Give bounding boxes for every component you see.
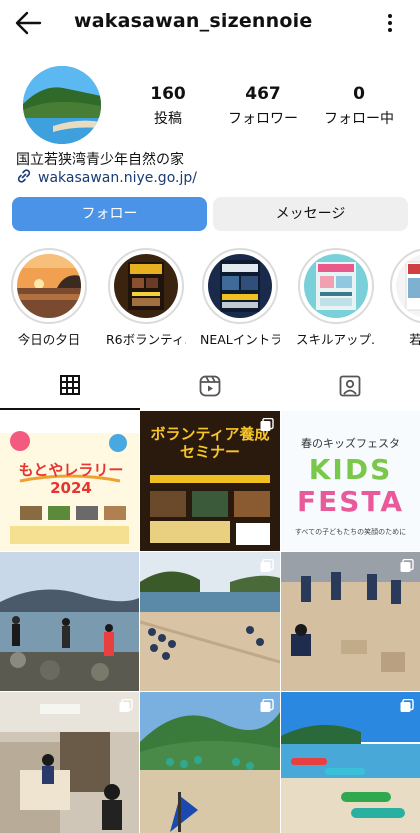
tab-tagged[interactable] bbox=[280, 366, 420, 410]
carousel-icon bbox=[260, 558, 274, 572]
post-thumbnail[interactable] bbox=[140, 552, 280, 691]
highlight-thumbnail bbox=[17, 254, 81, 318]
highlight-item[interactable]: 若狭湾 bbox=[388, 248, 420, 348]
highlight-ring bbox=[202, 248, 278, 324]
highlight-ring bbox=[11, 248, 87, 324]
followers-count: 467 bbox=[245, 84, 281, 104]
carousel-icon bbox=[119, 698, 133, 712]
highlight-item[interactable]: 今日の夕日 bbox=[9, 248, 89, 348]
highlight-item[interactable]: R6ボランティ... bbox=[106, 248, 186, 348]
link-icon bbox=[16, 168, 32, 188]
posts-stat[interactable]: 160 投稿 bbox=[138, 84, 198, 128]
follow-button[interactable]: フォロー bbox=[12, 197, 207, 231]
post-poster-title: 春のキッズフェスタ bbox=[301, 437, 400, 450]
tab-reels[interactable] bbox=[140, 366, 280, 410]
post-poster-big2: FESTA bbox=[296, 485, 404, 518]
bio-link[interactable]: wakasawan.niye.go.jp/ bbox=[16, 168, 197, 188]
post-thumbnail[interactable] bbox=[281, 552, 420, 691]
posts-count: 160 bbox=[150, 84, 186, 104]
carousel-icon bbox=[260, 698, 274, 712]
highlight-item[interactable]: NEALイントラ bbox=[200, 248, 280, 348]
highlight-item[interactable]: スキルアップ... bbox=[296, 248, 376, 348]
highlight-thumbnail bbox=[208, 254, 272, 318]
post-thumbnail[interactable] bbox=[0, 552, 139, 691]
post-thumbnail[interactable] bbox=[0, 692, 139, 833]
tagged-icon bbox=[338, 374, 362, 402]
bio-name: 国立若狭湾青少年自然の家 bbox=[16, 152, 184, 168]
profile-tabs bbox=[0, 366, 420, 410]
following-count: 0 bbox=[353, 84, 365, 104]
followers-label: フォロワー bbox=[228, 111, 298, 127]
highlight-ring bbox=[390, 248, 420, 324]
highlight-thumbnail bbox=[304, 254, 368, 318]
highlight-label: NEALイントラ bbox=[200, 332, 280, 347]
post-thumbnail[interactable]: 春のキッズフェスタ KIDS FESTA すべての子どもたちの笑顔のために bbox=[281, 411, 420, 551]
message-button[interactable]: メッセージ bbox=[213, 197, 408, 231]
profile-username: wakasawan_sizennoie bbox=[74, 10, 313, 32]
highlight-thumbnail bbox=[396, 254, 420, 318]
post-poster-big1: KIDS bbox=[308, 453, 393, 486]
posts-label: 投稿 bbox=[154, 111, 182, 127]
post-thumbnail[interactable]: ボランティア養成セミナー bbox=[140, 411, 280, 551]
carousel-icon bbox=[400, 558, 414, 572]
tab-posts[interactable] bbox=[0, 366, 140, 410]
post-thumbnail[interactable] bbox=[140, 692, 280, 833]
top-bar: wakasawan_sizennoie bbox=[0, 0, 420, 46]
highlight-label: R6ボランティ... bbox=[106, 332, 186, 347]
posts-grid: もとやレラリー 2024 ボランティア養成セミナー 春のキッズフェスタ KIDS… bbox=[0, 411, 420, 833]
following-label: フォロー中 bbox=[324, 111, 394, 127]
bio-link-text: wakasawan.niye.go.jp/ bbox=[38, 170, 197, 186]
post-poster-text: ボランティア養成セミナー bbox=[150, 425, 270, 461]
more-vertical-icon[interactable] bbox=[380, 12, 400, 34]
following-stat[interactable]: 0 フォロー中 bbox=[316, 84, 402, 128]
arrow-left-icon[interactable] bbox=[14, 10, 42, 36]
post-poster-text: もとやレラリー 2024 bbox=[18, 461, 124, 497]
carousel-icon bbox=[400, 698, 414, 712]
post-thumbnail[interactable]: もとやレラリー 2024 bbox=[0, 411, 139, 551]
highlight-thumbnail bbox=[114, 254, 178, 318]
highlight-label: スキルアップ... bbox=[296, 332, 376, 347]
post-poster-sub: すべての子どもたちの笑顔のために bbox=[294, 528, 407, 536]
highlight-ring bbox=[108, 248, 184, 324]
story-highlights: 今日の夕日 R6ボランティ... bbox=[0, 248, 420, 348]
post-thumbnail[interactable] bbox=[281, 692, 420, 833]
carousel-icon bbox=[260, 417, 274, 431]
highlight-ring bbox=[298, 248, 374, 324]
followers-stat[interactable]: 467 フォロワー bbox=[218, 84, 308, 128]
highlight-label: 今日の夕日 bbox=[17, 332, 81, 347]
avatar[interactable] bbox=[23, 66, 101, 144]
highlight-label: 若狭湾 bbox=[409, 332, 420, 347]
reels-icon bbox=[198, 374, 222, 402]
grid-icon bbox=[59, 374, 81, 400]
